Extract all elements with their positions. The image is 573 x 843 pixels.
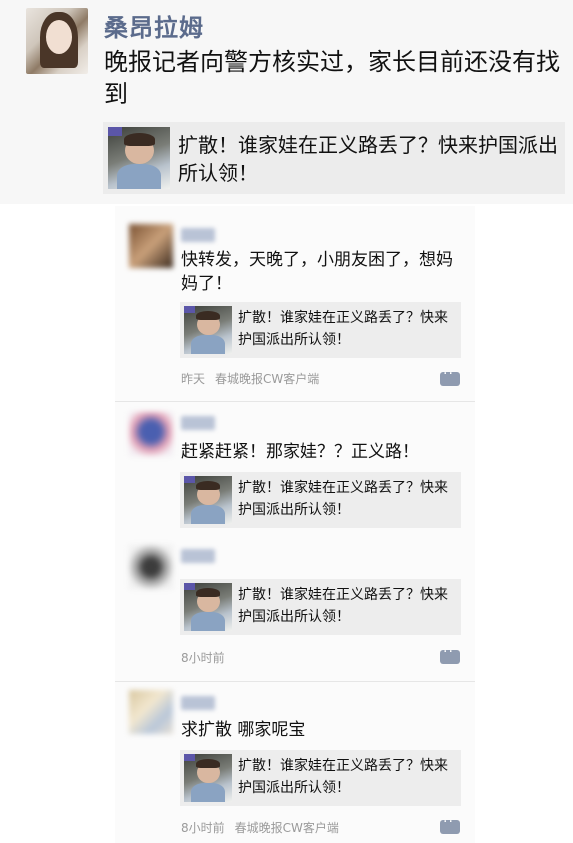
author-avatar[interactable] xyxy=(26,8,88,74)
shared-thumbnail xyxy=(184,476,232,524)
commenter-name[interactable] xyxy=(181,416,215,430)
comment-meta: 昨天 春城晚报CW客户端 xyxy=(181,370,329,387)
comment-source[interactable]: 春城晚报CW客户端 xyxy=(215,372,319,386)
commenter-avatar[interactable] xyxy=(129,545,173,589)
commenter-avatar[interactable] xyxy=(129,412,173,456)
comment-meta: 8小时前 春城晚报CW客户端 xyxy=(181,819,349,836)
shared-thumbnail xyxy=(108,127,170,189)
comment-reply-icon[interactable] xyxy=(440,814,460,834)
comment-shared-card[interactable]: 扩散！谁家娃在正义路丢了？快来护国派出所认领！ xyxy=(180,472,461,528)
commenter-name[interactable] xyxy=(181,549,215,563)
commenter-name[interactable] xyxy=(181,696,215,710)
post-text: 晚报记者向警方核实过，家长目前还没有找到 xyxy=(104,48,560,108)
comment-shared-card[interactable]: 扩散！谁家娃在正义路丢了？快来护国派出所认领！ xyxy=(180,750,461,806)
comment-time: 8小时前 xyxy=(181,821,225,835)
comment-text: 快转发，天晚了，小朋友困了，想妈妈了！ xyxy=(181,250,453,294)
shared-thumbnail xyxy=(184,306,232,354)
comment-time: 昨天 xyxy=(181,372,206,386)
comment-shared-card[interactable]: 扩散！谁家娃在正义路丢了？快来护国派出所认领！ xyxy=(180,579,461,635)
shared-link-card[interactable]: 扩散！谁家娃在正义路丢了？快来护国派出所认领！ xyxy=(103,122,565,194)
comment-time: 8小时前 xyxy=(181,651,225,665)
commenter-name[interactable] xyxy=(181,228,215,242)
comment-item: 求扩散 哪家呢宝 扩散！谁家娃在正义路丢了？快来护国派出所认领！ 8小时前 春城晚… xyxy=(115,681,475,843)
comment-text: 赶紧赶紧！那家娃？？正义路！ xyxy=(181,442,419,462)
comment-text: 求扩散 哪家呢宝 xyxy=(181,720,306,740)
shared-thumbnail xyxy=(184,754,232,802)
comment-shared-card[interactable]: 扩散！谁家娃在正义路丢了？快来护国派出所认领！ xyxy=(180,302,461,358)
comment-source[interactable]: 春城晚报CW客户端 xyxy=(235,821,339,835)
comment-item: 快转发，天晚了，小朋友困了，想妈妈了！ 扩散！谁家娃在正义路丢了？快来护国派出所… xyxy=(115,210,475,400)
comment-reply-icon[interactable] xyxy=(440,644,460,664)
shared-link-title: 扩散！谁家娃在正义路丢了？快来护国派出所认领！ xyxy=(178,133,558,185)
avatar-face xyxy=(46,20,72,54)
shared-link-title: 扩散！谁家娃在正义路丢了？快来护国派出所认领！ xyxy=(238,480,448,518)
author-name[interactable]: 桑昂拉姆 xyxy=(104,8,204,43)
comment-item: 赶紧赶紧！那家娃？？正义路！ 扩散！谁家娃在正义路丢了？快来护国派出所认领！ xyxy=(115,401,475,531)
post-container: 桑昂拉姆 晚报记者向警方核实过，家长目前还没有找到 扩散！谁家娃在正义路丢了？快… xyxy=(0,0,573,204)
commenter-avatar[interactable] xyxy=(129,224,173,268)
comment-item: 扩散！谁家娃在正义路丢了？快来护国派出所认领！ 8小时前 xyxy=(115,537,475,681)
shared-link-title: 扩散！谁家娃在正义路丢了？快来护国派出所认领！ xyxy=(238,758,448,796)
comment-meta: 8小时前 xyxy=(181,649,235,666)
shared-link-title: 扩散！谁家娃在正义路丢了？快来护国派出所认领！ xyxy=(238,310,448,348)
comment-reply-icon[interactable] xyxy=(440,366,460,386)
commenter-avatar[interactable] xyxy=(129,690,173,734)
shared-thumbnail xyxy=(184,583,232,631)
shared-link-title: 扩散！谁家娃在正义路丢了？快来护国派出所认领！ xyxy=(238,587,448,625)
